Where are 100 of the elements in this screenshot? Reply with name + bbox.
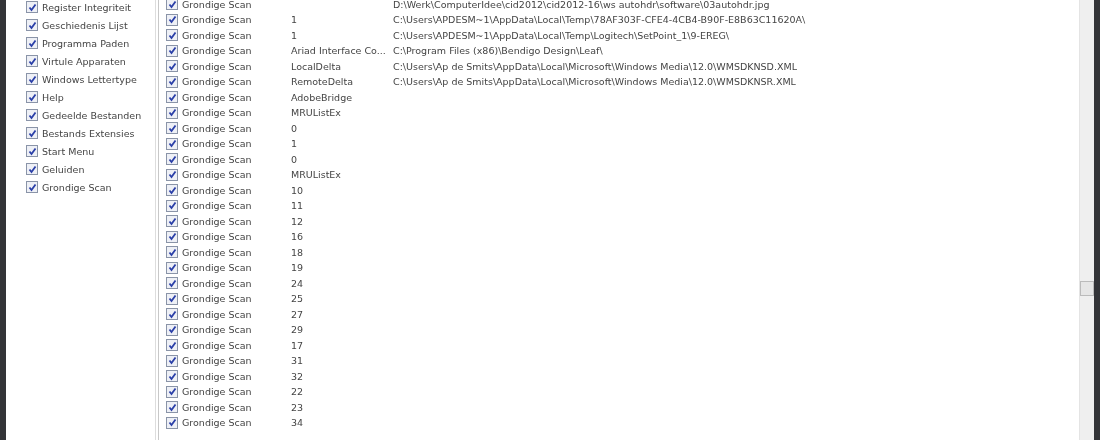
table-cell: Grondige Scan <box>182 60 252 72</box>
table-cell: Grondige Scan <box>182 169 252 181</box>
category-item[interactable]: Virtule Apparaten <box>26 52 155 70</box>
category-item[interactable]: Register Integriteit <box>26 0 155 16</box>
category-item[interactable]: Bestands Extensies <box>26 124 155 142</box>
table-cell: Grondige Scan <box>182 308 252 320</box>
table-cell: MRUListEx <box>291 107 341 119</box>
table-cell: Grondige Scan <box>182 215 252 227</box>
checkbox[interactable] <box>166 323 178 336</box>
table-cell: 0 <box>291 153 298 165</box>
table-cell: Grondige Scan <box>182 138 252 150</box>
table-cell: 16 <box>291 231 304 243</box>
table-cell: Grondige Scan <box>182 200 252 212</box>
checkbox[interactable] <box>166 75 178 88</box>
table-cell: 11 <box>291 200 304 212</box>
table-cell: Grondige Scan <box>182 231 252 243</box>
category-item[interactable]: Geluiden <box>26 160 155 178</box>
checkbox[interactable] <box>166 122 178 135</box>
table-cell: RemoteDelta <box>291 76 353 88</box>
table-cell: 22 <box>291 386 304 398</box>
checkbox[interactable] <box>26 55 38 67</box>
checkbox[interactable] <box>166 137 178 150</box>
checkbox[interactable] <box>166 91 178 104</box>
table-cell: C:\Users\Ap de Smits\AppData\Local\Microsoft\Windows Media\12.0\WMSDKNSD.XML <box>393 60 797 72</box>
category-item[interactable]: Grondige Scan <box>26 178 155 196</box>
table-cell: 23 <box>291 401 304 413</box>
category-item[interactable]: Programma Paden <box>26 34 155 52</box>
table-cell: 24 <box>291 277 304 289</box>
table-cell: Grondige Scan <box>182 386 252 398</box>
checkbox[interactable] <box>166 29 178 42</box>
checkbox[interactable] <box>166 354 178 367</box>
checkbox[interactable] <box>26 181 38 193</box>
checkbox[interactable] <box>166 370 178 383</box>
table-cell: Grondige Scan <box>182 29 252 41</box>
table-cell: Grondige Scan <box>182 262 252 274</box>
table-cell: 10 <box>291 184 304 196</box>
table-cell: Grondige Scan <box>182 417 252 429</box>
checkbox[interactable] <box>166 44 178 57</box>
checkbox[interactable] <box>166 60 178 73</box>
checkbox[interactable] <box>26 145 38 157</box>
category-item[interactable]: Gedeelde Bestanden <box>26 106 155 124</box>
scrollbar[interactable] <box>1079 0 1094 440</box>
table-cell: LocalDelta <box>291 60 341 72</box>
checkbox[interactable] <box>26 1 38 13</box>
checkbox[interactable] <box>26 73 38 85</box>
table-cell: Grondige Scan <box>182 0 252 10</box>
table-cell: Ariad Interface Co... <box>291 45 386 57</box>
scrollbar-thumb[interactable] <box>1080 281 1094 296</box>
checkbox[interactable] <box>26 109 38 121</box>
table-cell: Grondige Scan <box>182 184 252 196</box>
checkbox[interactable] <box>166 168 178 181</box>
checkbox[interactable] <box>166 184 178 197</box>
checkbox[interactable] <box>166 153 178 166</box>
table-cell: 25 <box>291 293 304 305</box>
checkbox[interactable] <box>166 0 178 11</box>
checkbox[interactable] <box>166 339 178 352</box>
checkbox[interactable] <box>166 215 178 228</box>
checkbox[interactable] <box>166 308 178 321</box>
checkbox[interactable] <box>166 230 178 243</box>
checkbox[interactable] <box>166 401 178 414</box>
category-item[interactable]: Help <box>26 88 155 106</box>
table-cell: Grondige Scan <box>182 107 252 119</box>
checkbox[interactable] <box>166 261 178 274</box>
table-cell: 19 <box>291 262 304 274</box>
checkbox[interactable] <box>166 106 178 119</box>
checkbox[interactable] <box>26 91 38 103</box>
category-item[interactable]: Geschiedenis Lijst <box>26 16 155 34</box>
table-cell: MRUListEx <box>291 169 341 181</box>
table-cell: C:\Users\Ap de Smits\AppData\Local\Microsoft\Windows Media\12.0\WMSDKNSR.XML <box>393 76 796 88</box>
table-cell: Grondige Scan <box>182 91 252 103</box>
table-cell: 0 <box>291 122 298 134</box>
table-cell: Grondige Scan <box>182 14 252 26</box>
table-cell: C:\Users\APDESM~1\AppData\Local\Temp\Logitech\SetPoint_1\9-EREG\ <box>393 29 730 41</box>
checkbox[interactable] <box>166 246 178 259</box>
checkbox[interactable] <box>166 385 178 398</box>
table-cell: Grondige Scan <box>182 293 252 305</box>
table-cell: 18 <box>291 246 304 258</box>
table-cell: 17 <box>291 339 304 351</box>
checkbox[interactable] <box>26 163 38 175</box>
category-item[interactable]: Start Menu <box>26 142 155 160</box>
checkbox[interactable] <box>26 37 38 49</box>
table-cell: C:\Program Files (x86)\Bendigo Design\Leaf\ <box>393 45 603 57</box>
checkbox[interactable] <box>26 19 38 31</box>
table-cell: 31 <box>291 355 304 367</box>
checkbox[interactable] <box>166 13 178 26</box>
table-cell: Grondige Scan <box>182 401 252 413</box>
checkbox[interactable] <box>166 277 178 290</box>
table-cell: Grondige Scan <box>182 76 252 88</box>
table-cell: 29 <box>291 324 304 336</box>
checkbox[interactable] <box>166 199 178 212</box>
table-cell: Grondige Scan <box>182 153 252 165</box>
table-cell: Grondige Scan <box>182 355 252 367</box>
table-cell: Grondige Scan <box>182 324 252 336</box>
table-cell: 1 <box>291 29 298 41</box>
table-cell: 1 <box>291 14 298 26</box>
category-item[interactable]: Windows Lettertype <box>26 70 155 88</box>
table-cell: D:\Werk\ComputerIdee\cid2012\cid2012-16\ws autohdr\software\03autohdr.jpg <box>393 0 770 10</box>
checkbox[interactable] <box>26 127 38 139</box>
checkbox[interactable] <box>166 416 178 429</box>
checkbox[interactable] <box>166 292 178 305</box>
